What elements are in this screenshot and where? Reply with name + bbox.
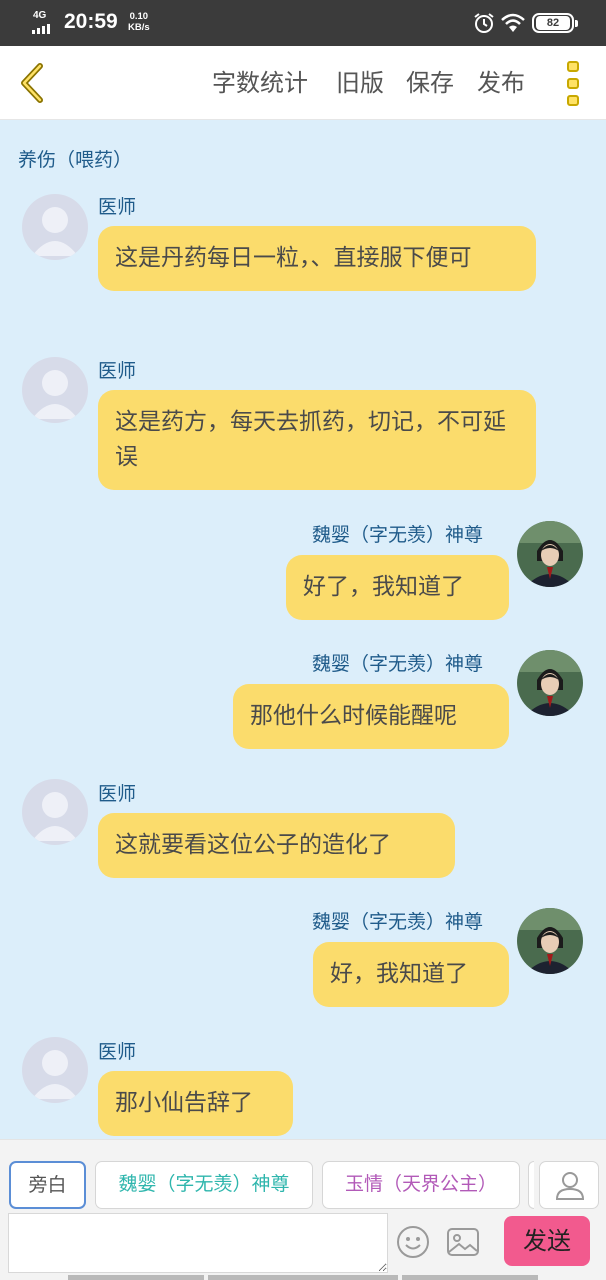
character-portrait-icon	[517, 521, 583, 587]
default-user-icon	[32, 1050, 78, 1099]
role-chip-overflow[interactable]	[528, 1161, 534, 1209]
clock: 20:59	[64, 10, 118, 33]
message-bubble[interactable]: 那小仙告辞了	[98, 1071, 293, 1136]
role-chip-wei-ying[interactable]: 魏婴（字无羡）神尊	[95, 1161, 313, 1209]
nav-hint	[402, 1275, 538, 1280]
message-input[interactable]	[8, 1213, 388, 1273]
send-button[interactable]: 发送	[504, 1216, 590, 1266]
character-portrait-icon	[517, 650, 583, 716]
signal-icon: 4G	[30, 10, 56, 36]
sender-name: 医师	[98, 360, 137, 382]
nav-hint	[208, 1275, 398, 1280]
default-user-icon	[32, 792, 78, 841]
sender-name: 医师	[98, 783, 137, 805]
speed-value: 0.10	[129, 11, 149, 22]
network-type: 4G	[33, 10, 47, 21]
sender-name: 魏婴（字无羡）神尊	[312, 653, 484, 675]
word-count-button[interactable]: 字数统计	[212, 68, 308, 98]
old-version-button[interactable]: 旧版	[336, 68, 384, 98]
character-avatar[interactable]	[517, 521, 583, 587]
save-button[interactable]: 保存	[406, 68, 454, 98]
network-speed: 0.10 KB/s	[128, 11, 150, 33]
message-bubble[interactable]: 那他什么时候能醒呢	[233, 684, 509, 749]
role-chip-narrator[interactable]: 旁白	[9, 1161, 86, 1209]
message-bubble[interactable]: 这是药方，每天去抓药，切记，不可延误	[98, 390, 536, 490]
sender-name: 魏婴（字无羡）神尊	[312, 911, 484, 933]
default-avatar[interactable]	[22, 357, 88, 423]
alarm-icon	[474, 13, 494, 33]
status-bar: 4G 20:59 0.10 KB/s 82	[0, 0, 606, 46]
default-user-icon	[32, 207, 78, 256]
chat-area[interactable]: 养伤（喂药） 医师 这是丹药每日一粒，、直接服下便可 医师 这是药方，每天去抓药…	[0, 121, 606, 1138]
back-chevron-icon[interactable]	[14, 60, 54, 106]
more-menu-icon[interactable]	[556, 60, 590, 108]
app-bar: 字数统计 旧版 保存 发布	[0, 46, 606, 120]
wifi-icon	[501, 13, 525, 32]
role-selector-bar: 旁白 魏婴（字无羡）神尊 玉情（天界公主）	[0, 1139, 606, 1211]
input-bar: 发送	[0, 1211, 606, 1280]
image-icon[interactable]	[446, 1227, 480, 1257]
sender-name: 魏婴（字无羡）神尊	[312, 524, 484, 546]
default-avatar[interactable]	[22, 1037, 88, 1103]
message-bubble[interactable]: 这是丹药每日一粒，、直接服下便可	[98, 226, 536, 291]
scene-title: 养伤（喂药）	[18, 149, 133, 171]
default-user-icon	[32, 370, 78, 419]
message-bubble[interactable]: 好，我知道了	[313, 942, 509, 1007]
role-manage-button[interactable]	[539, 1161, 599, 1209]
character-avatar[interactable]	[517, 650, 583, 716]
nav-hint	[68, 1275, 204, 1280]
battery-icon: 82	[532, 13, 578, 33]
message-bubble[interactable]: 好了，我知道了	[286, 555, 509, 620]
sender-name: 医师	[98, 1041, 137, 1063]
message-bubble[interactable]: 这就要看这位公子的造化了	[98, 813, 455, 878]
user-outline-icon	[555, 1172, 585, 1200]
battery-level: 82	[536, 16, 570, 30]
default-avatar[interactable]	[22, 779, 88, 845]
speed-unit: KB/s	[128, 22, 150, 33]
emoji-icon[interactable]	[396, 1225, 430, 1259]
character-avatar[interactable]	[517, 908, 583, 974]
character-portrait-icon	[517, 908, 583, 974]
role-chip-yu-qing[interactable]: 玉情（天界公主）	[322, 1161, 520, 1209]
default-avatar[interactable]	[22, 194, 88, 260]
publish-button[interactable]: 发布	[477, 68, 525, 98]
sender-name: 医师	[98, 196, 137, 218]
